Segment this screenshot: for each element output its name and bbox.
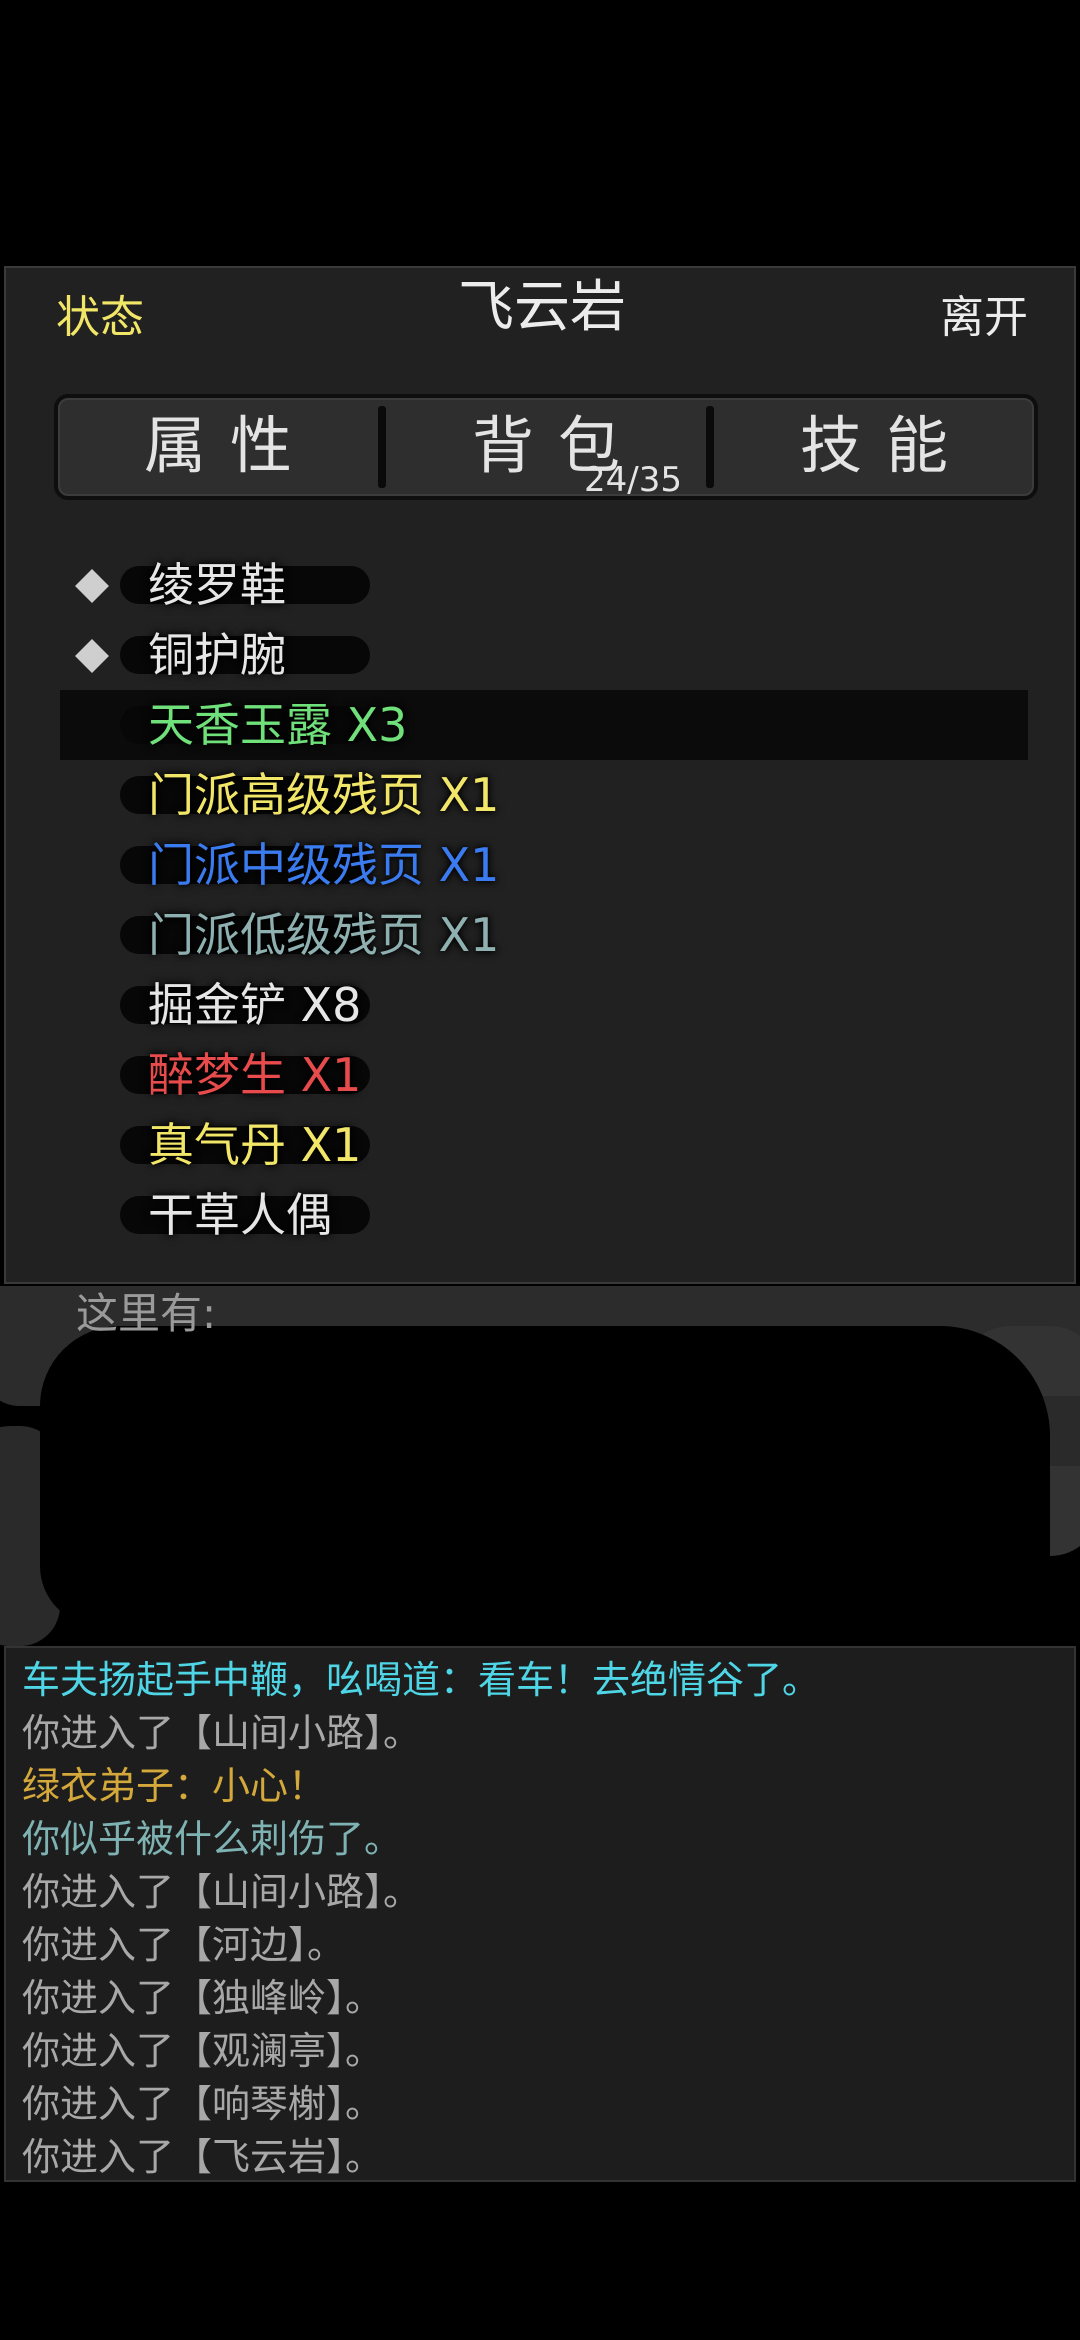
tab-skills[interactable]: 技能 xyxy=(714,398,1034,496)
ink-decoration xyxy=(40,1326,1050,1626)
tab-bag[interactable]: 背包 24/35 xyxy=(386,398,706,500)
tab-divider xyxy=(378,406,386,488)
inventory-item[interactable]: 醉梦生 X1 xyxy=(60,1040,1028,1110)
inventory-item-name: 真气丹 X1 xyxy=(148,1118,362,1172)
inventory-item[interactable]: 真气丹 X1 xyxy=(60,1110,1028,1180)
log-line: 你进入了【山间小路】。 xyxy=(22,1711,422,1755)
inventory-item[interactable]: 掘金铲 X8 xyxy=(60,970,1028,1040)
inventory-panel: 状态 飞云岩 离开 属性 背包 24/35 技能 绫罗鞋 铜护腕 天香玉露 X3 门派… xyxy=(4,266,1076,1284)
tab-bar: 属性 背包 24/35 技能 xyxy=(54,394,1038,500)
equipped-diamond-icon xyxy=(75,639,109,673)
inventory-item[interactable]: 门派低级残页 X1 xyxy=(60,900,1028,970)
inventory-item-name: 天香玉露 X3 xyxy=(148,698,408,752)
equipped-diamond-icon xyxy=(75,569,109,603)
log-line: 你进入了【观澜亭】。 xyxy=(22,2029,384,2073)
inventory-item-name: 门派中级残页 X1 xyxy=(148,838,500,892)
inventory-list: 绫罗鞋铜护腕天香玉露 X3 门派高级残页 X1 门派中级残页 X1 门派低级残页 X1… xyxy=(60,550,1028,1250)
inventory-item[interactable]: 天香玉露 X3 xyxy=(60,690,1028,760)
log-line: 你进入了【独峰岭】。 xyxy=(22,1976,384,2020)
log-line: 你进入了【河边】。 xyxy=(22,1923,346,1967)
message-log[interactable]: 车夫扬起手中鞭，吆喝道：看车！去绝情谷了。 你进入了【山间小路】。 绿衣弟子：小心！… xyxy=(4,1646,1076,2182)
inventory-item[interactable]: 干草人偶 xyxy=(60,1180,1028,1250)
tab-divider xyxy=(706,406,714,488)
log-line: 车夫扬起手中鞭，吆喝道：看车！去绝情谷了。 xyxy=(22,1658,821,1702)
inventory-item[interactable]: 绫罗鞋 xyxy=(60,550,1028,620)
inventory-item[interactable]: 门派高级残页 X1 xyxy=(60,760,1028,830)
log-line: 你似乎被什么刺伤了。 xyxy=(22,1817,403,1861)
inventory-item-name: 铜护腕 xyxy=(148,628,286,682)
inventory-item[interactable]: 门派中级残页 X1 xyxy=(60,830,1028,900)
room-contents-label: 这里有: xyxy=(76,1289,217,1338)
inventory-item-name: 门派高级残页 X1 xyxy=(148,768,500,822)
inventory-item-name: 门派低级残页 X1 xyxy=(148,908,500,962)
inventory-item-name: 醉梦生 X1 xyxy=(148,1048,362,1102)
location-title: 飞云岩 xyxy=(458,275,626,340)
inventory-item[interactable]: 铜护腕 xyxy=(60,620,1028,690)
log-line: 你进入了【山间小路】。 xyxy=(22,1870,422,1914)
log-line: 你进入了【飞云岩】。 xyxy=(22,2135,384,2179)
bag-capacity-count: 24/35 xyxy=(584,460,682,500)
inventory-item-name: 绫罗鞋 xyxy=(148,558,286,612)
inventory-item-name: 掘金铲 X8 xyxy=(148,978,362,1032)
room-area: 这里有: xyxy=(0,1286,1080,1646)
leave-button[interactable]: 离开 xyxy=(940,288,1028,348)
tab-attributes[interactable]: 属性 xyxy=(58,398,378,496)
inventory-item-name: 干草人偶 xyxy=(148,1188,332,1242)
log-line: 你进入了【响琴榭】。 xyxy=(22,2082,384,2126)
log-line: 绿衣弟子：小心！ xyxy=(22,1764,327,1808)
